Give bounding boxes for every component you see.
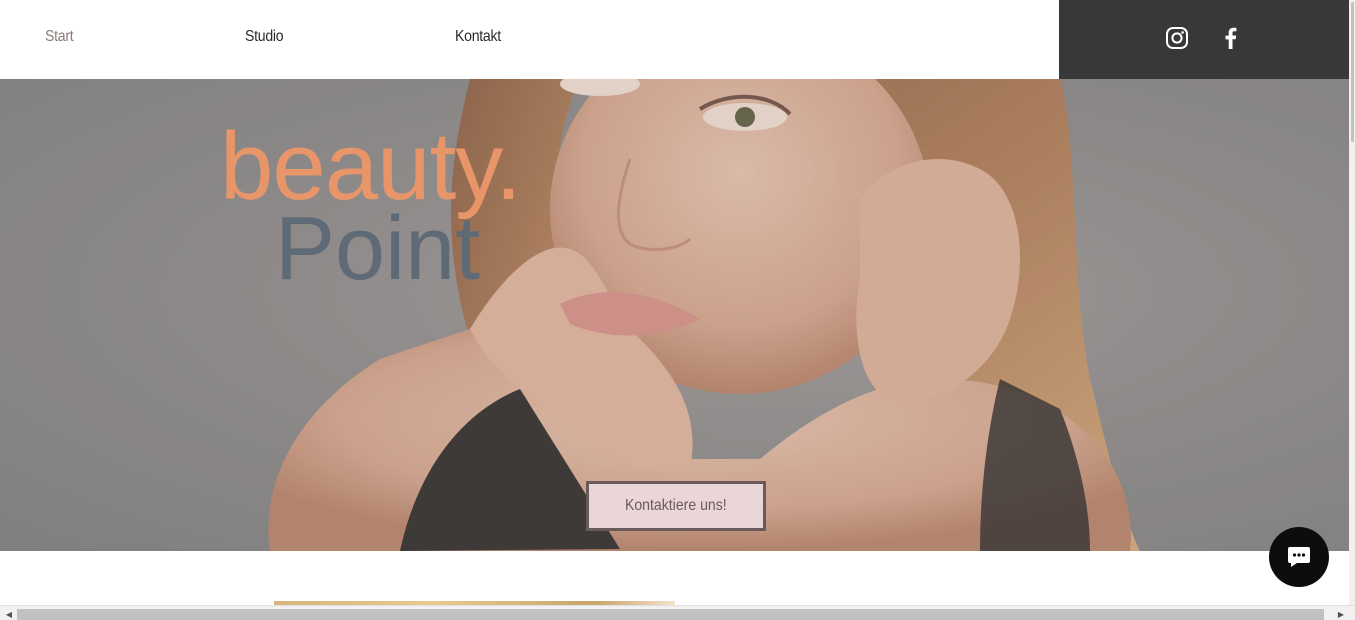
nav-item-start[interactable]: Start: [45, 28, 74, 46]
social-bar: [1059, 0, 1349, 79]
hero-section: beauty. Point Kontaktiere uns!: [0, 79, 1349, 551]
nav-item-studio[interactable]: Studio: [245, 28, 284, 46]
nav-item-kontakt[interactable]: Kontakt: [455, 28, 501, 46]
chat-button[interactable]: [1269, 527, 1329, 587]
vertical-scrollbar-thumb[interactable]: [1351, 2, 1354, 142]
horizontal-scrollbar-thumb[interactable]: [17, 609, 1324, 620]
scroll-right-arrow-icon[interactable]: ▶: [1335, 609, 1347, 620]
instagram-icon[interactable]: [1165, 26, 1189, 50]
logo-point-text: Point: [275, 199, 481, 299]
contact-us-label: Kontaktiere uns!: [625, 497, 727, 514]
scroll-left-arrow-icon[interactable]: ◀: [3, 609, 15, 620]
chat-bubble-icon: [1288, 547, 1310, 567]
facebook-icon[interactable]: [1219, 26, 1243, 50]
contact-us-button[interactable]: Kontaktiere uns!: [586, 481, 766, 531]
